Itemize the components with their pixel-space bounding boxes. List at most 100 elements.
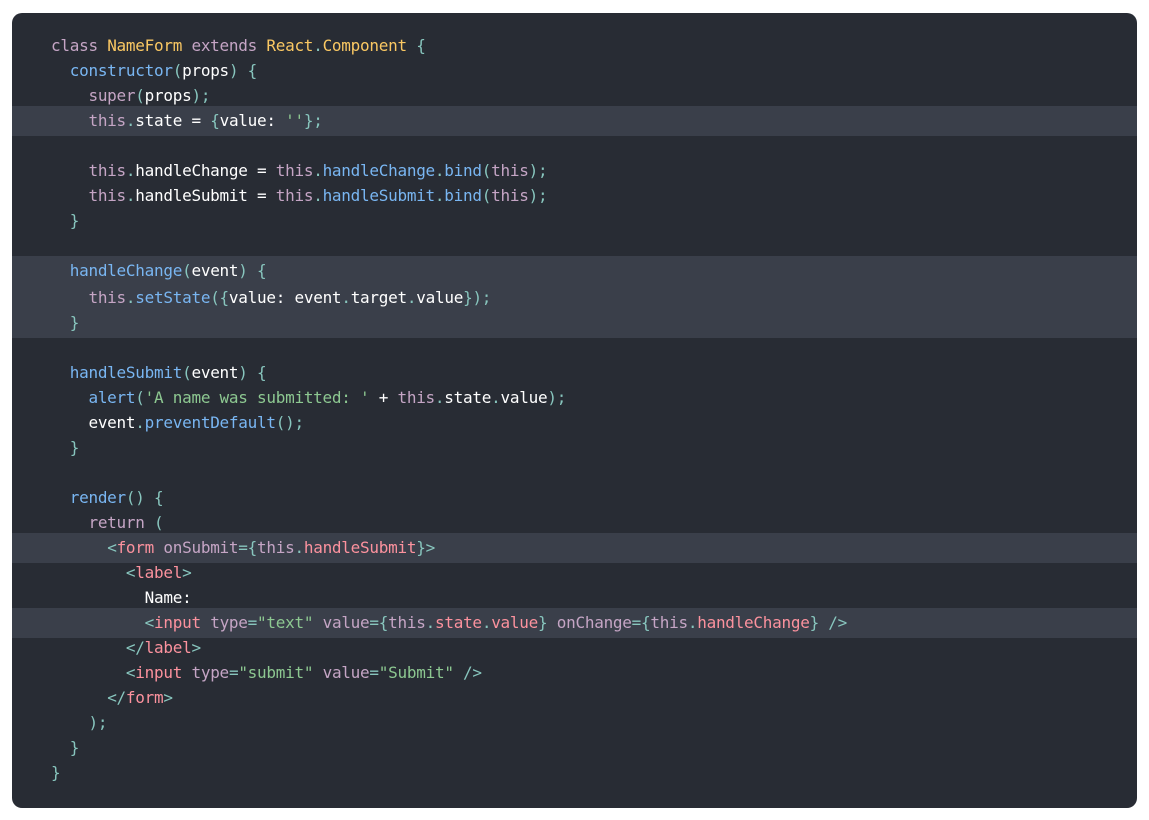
code-token: bind <box>444 161 482 180</box>
code-token: value <box>228 288 276 307</box>
code-line: alert('A name was submitted: ' + this.st… <box>12 385 1137 410</box>
code-token: = <box>182 111 211 130</box>
code-token: > <box>191 638 201 657</box>
code-token: { <box>210 111 220 130</box>
code-token: super <box>88 86 136 105</box>
code-token: this <box>650 613 688 632</box>
code-token: input <box>154 613 201 632</box>
code-token: > <box>163 688 173 707</box>
code-token: props <box>182 61 229 80</box>
code-token: target <box>350 288 407 307</box>
code-token: 'A name was submitted: ' <box>144 388 370 407</box>
code-token: ={ <box>238 538 258 557</box>
code-token: = <box>247 613 258 632</box>
code-line: super(props); <box>12 83 1137 108</box>
code-token: this <box>491 161 529 180</box>
code-token: ( <box>144 513 164 532</box>
code-token: value <box>500 388 548 407</box>
code-token: . <box>491 388 501 407</box>
code-token: event <box>294 288 342 307</box>
code-token: ); <box>191 86 211 105</box>
code-token: < <box>107 538 117 557</box>
code-token: ); <box>528 161 548 180</box>
code-token: value <box>491 613 539 632</box>
code-token: . <box>125 186 136 205</box>
code-token: this <box>491 186 529 205</box>
code-line: <input type="text" value={this.state.val… <box>12 608 1137 638</box>
code-token: > <box>182 563 192 582</box>
code-token: this <box>275 161 314 180</box>
code-line: ); <box>12 710 1137 735</box>
code-line: } <box>12 760 1137 785</box>
code-token: } <box>69 438 80 457</box>
code-line: render() { <box>12 485 1137 510</box>
code-token: . <box>434 161 445 180</box>
code-line: handleSubmit(event) { <box>12 360 1137 385</box>
code-token: '' <box>285 111 304 130</box>
code-line: event.preventDefault(); <box>12 410 1137 435</box>
code-token: . <box>406 288 417 307</box>
code-token: = <box>228 663 239 682</box>
code-token: ( <box>481 161 492 180</box>
code-token: < <box>144 613 155 632</box>
code-token: ( <box>481 186 492 205</box>
code-token: </ <box>107 688 126 707</box>
code-token: value <box>313 663 370 682</box>
code-token: } <box>69 313 80 332</box>
code-token: . <box>313 161 323 180</box>
code-token: . <box>341 288 351 307</box>
code-token: onSubmit <box>154 538 239 557</box>
code-token: handleChange <box>69 261 183 280</box>
code-token: . <box>313 186 323 205</box>
code-line: } <box>12 308 1137 338</box>
code-line: <form onSubmit={this.handleSubmit}> <box>12 533 1137 563</box>
code-token: ({ <box>210 288 229 307</box>
code-token: . <box>125 111 136 130</box>
code-token: = <box>247 161 276 180</box>
code-token: ( <box>135 388 145 407</box>
code-token: this <box>275 186 314 205</box>
code-token: . <box>687 613 698 632</box>
code-token: props <box>144 86 192 105</box>
code-token: . <box>125 161 136 180</box>
code-token: } <box>69 738 80 757</box>
code-token: } <box>69 211 80 230</box>
code-line: } <box>12 735 1137 760</box>
code-line: this.state = {value: ''}; <box>12 106 1137 136</box>
code-token: preventDefault <box>144 413 276 432</box>
code-token: { <box>406 36 426 55</box>
code-token: type <box>182 663 229 682</box>
code-token: ); <box>547 388 567 407</box>
code-token: "submit" <box>238 663 314 682</box>
code-token: label <box>144 638 192 657</box>
code-line: } <box>12 208 1137 233</box>
code-token: }; <box>303 111 323 130</box>
code-token: } <box>51 763 61 782</box>
code-token: this <box>88 161 126 180</box>
code-token: : <box>266 111 286 130</box>
code-line: } <box>12 435 1137 460</box>
code-token: = <box>369 663 379 682</box>
code-token: : <box>275 288 295 307</box>
code-token: Component <box>322 36 408 55</box>
code-token: render <box>69 488 126 507</box>
code-token: = <box>247 186 276 205</box>
code-token: ) { <box>238 261 267 280</box>
code-line: <input type="submit" value="Submit" /> <box>12 660 1137 685</box>
